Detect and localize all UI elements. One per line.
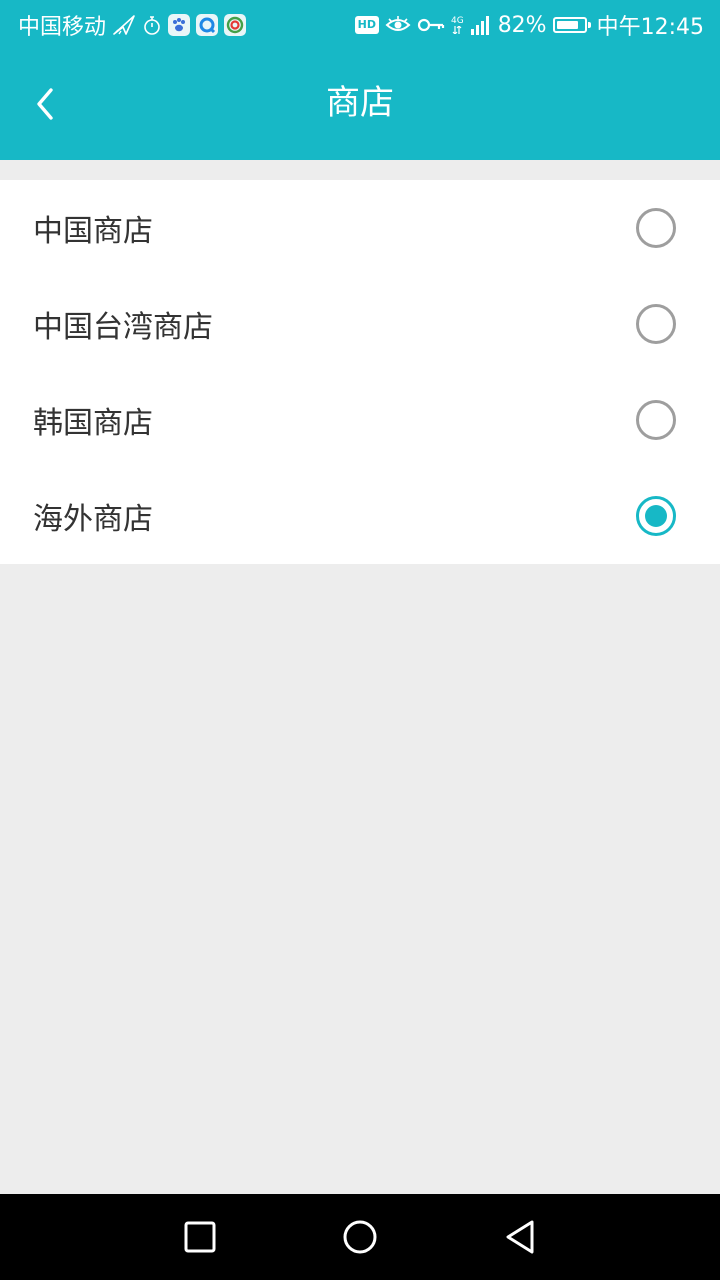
store-list: 中国商店 中国台湾商店 韩国商店 海外商店: [0, 180, 720, 564]
radio-unchecked-icon[interactable]: [636, 304, 676, 344]
battery-percent: 82%: [497, 12, 547, 38]
store-option-label: 中国台湾商店: [33, 310, 213, 345]
store-option-overseas[interactable]: 海外商店: [0, 468, 720, 564]
network-type-label: 4G: [450, 16, 464, 26]
chevron-left-icon: [37, 88, 53, 120]
store-option-china-taiwan[interactable]: 中国台湾商店: [0, 276, 720, 372]
radio-unchecked-icon[interactable]: [636, 400, 676, 440]
media-app-icon: [224, 14, 247, 36]
key-icon: [417, 16, 445, 34]
triangle-back-icon: [506, 1220, 534, 1254]
store-option-label: 中国商店: [33, 214, 153, 249]
eye-icon: [385, 15, 411, 35]
status-bar-left: 中国移动: [18, 0, 247, 50]
store-option-label: 海外商店: [33, 502, 153, 537]
radio-checked-icon[interactable]: [636, 496, 676, 536]
square-icon: [184, 1221, 216, 1253]
back-button[interactable]: [22, 80, 70, 128]
battery-nub: [587, 22, 591, 28]
status-bar: 中国移动 HD 4G 82% 中午12:45: [0, 0, 720, 50]
network-type: 4G: [451, 16, 464, 34]
store-option-korea[interactable]: 韩国商店: [0, 372, 720, 468]
recents-button[interactable]: [175, 1212, 225, 1262]
system-nav-bar: [0, 1194, 720, 1280]
battery-icon: [552, 17, 591, 33]
nav-back-button[interactable]: [495, 1212, 545, 1262]
home-button[interactable]: [335, 1212, 385, 1262]
radio-unchecked-icon[interactable]: [636, 208, 676, 248]
browser-app-icon: [196, 14, 219, 36]
carrier-name: 中国移动: [18, 15, 107, 40]
page-title: 商店: [326, 83, 394, 123]
status-bar-right: HD 4G 82% 中午12:45: [354, 0, 704, 50]
stopwatch-icon: [142, 14, 162, 36]
battery-fill: [556, 21, 578, 29]
paw-app-icon: [168, 14, 191, 36]
signal-strength-icon: [470, 14, 492, 36]
app-bar: 商店: [0, 50, 720, 160]
clock: 中午12:45: [596, 15, 704, 40]
paper-plane-icon: [112, 14, 136, 36]
store-option-label: 韩国商店: [33, 406, 153, 441]
store-option-china[interactable]: 中国商店: [0, 180, 720, 276]
circle-icon: [343, 1220, 377, 1254]
hd-badge: HD: [354, 16, 379, 34]
radio-dot: [645, 505, 667, 527]
